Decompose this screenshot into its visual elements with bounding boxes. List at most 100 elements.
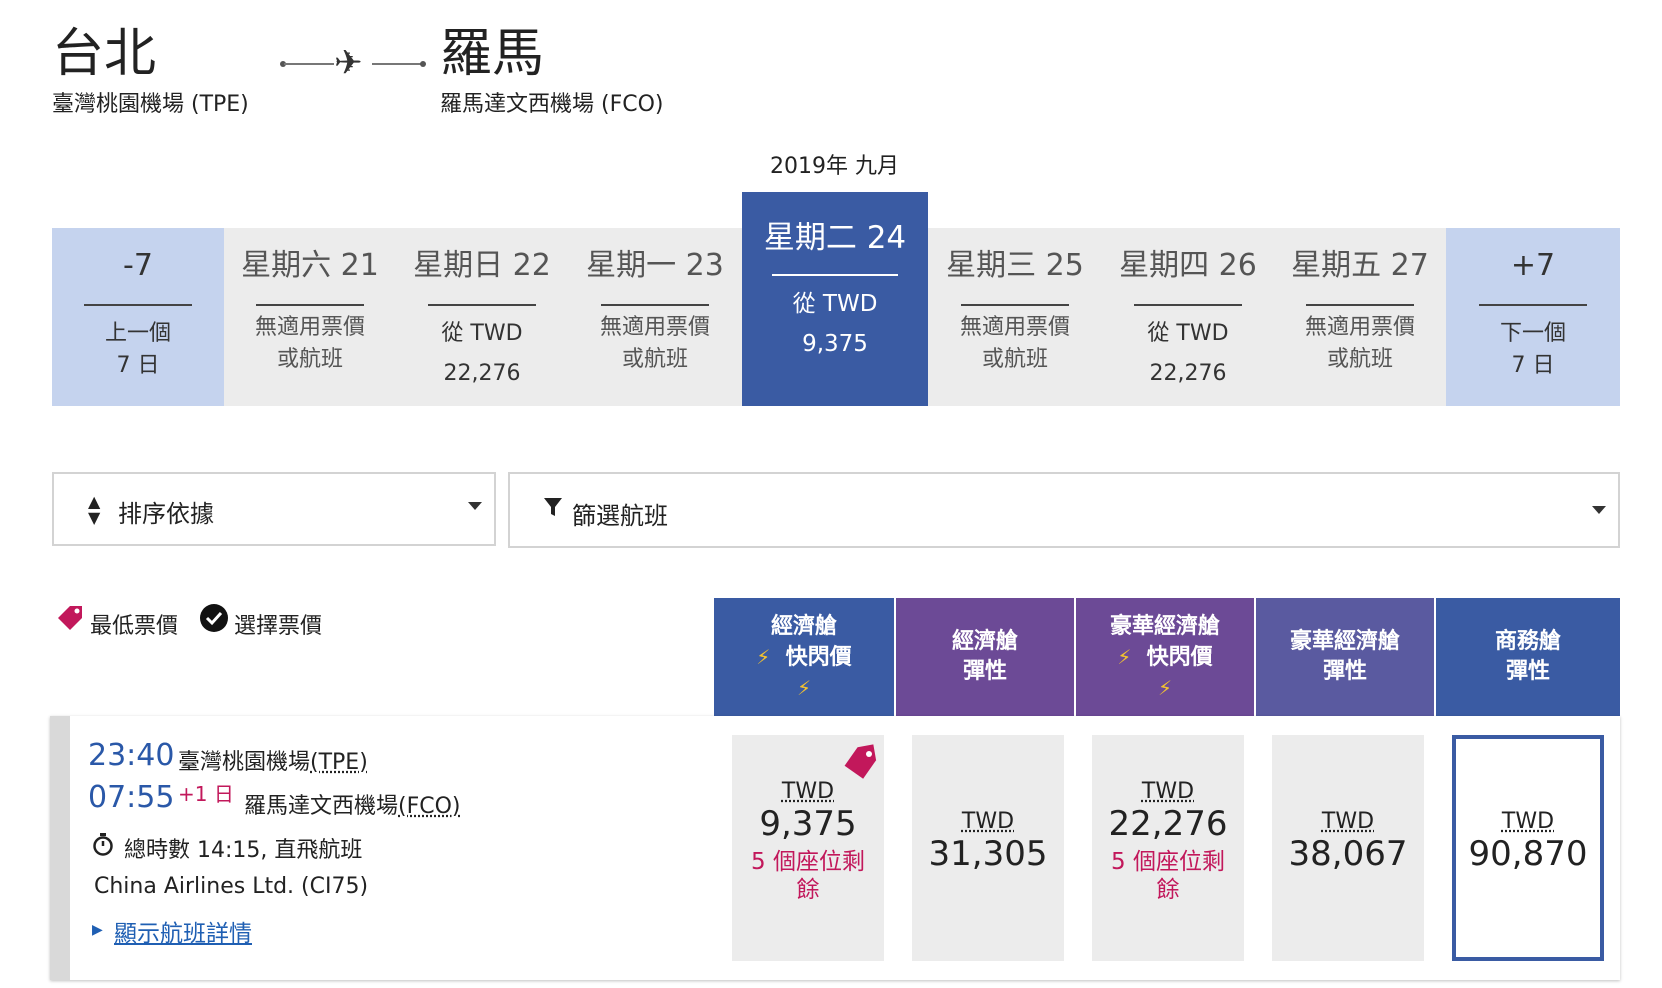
fare-premium-flash[interactable]: TWD 22,276 5 個座位剩 餘 xyxy=(1092,735,1244,961)
dest-city: 羅馬 xyxy=(440,24,545,84)
fare-amount: 22,276 xyxy=(1108,804,1228,844)
filter-label: 篩選航班 xyxy=(572,502,668,530)
fare-amount: 31,305 xyxy=(928,834,1048,874)
date-line1: 無適用票價 xyxy=(254,315,365,340)
date-line1: 無適用票價 xyxy=(599,315,710,340)
card-accent-bar xyxy=(50,716,70,980)
date-line1: 從 TWD xyxy=(1147,321,1229,346)
date-day: 星期日 22 xyxy=(413,248,551,283)
cabin-name: 商務艙 xyxy=(1494,629,1561,654)
lightning-icon: ⚡ xyxy=(1157,675,1173,700)
date-cell-25[interactable]: 星期三 25 無適用票價 或航班 xyxy=(928,228,1102,406)
route-line-left xyxy=(284,63,334,65)
depart-time: 23:40 xyxy=(88,738,175,773)
arrive-code: (FCO) xyxy=(398,794,461,819)
fare-currency: TWD xyxy=(1141,779,1195,804)
lightning-icon: ⚡ xyxy=(756,644,771,669)
date-cell-21[interactable]: 星期六 21 無適用票價 或航班 xyxy=(224,228,396,406)
lightning-icon: ⚡ xyxy=(1117,644,1132,669)
date-line1: 上一個 xyxy=(104,321,171,346)
date-line2: 或航班 xyxy=(276,347,343,372)
show-flight-details-link[interactable]: 顯示航班詳情 xyxy=(114,914,252,948)
sort-icon: ▲ ▼ xyxy=(88,492,101,527)
airplane-icon: ✈ xyxy=(334,43,363,83)
legend-selected-price: 選擇票價 xyxy=(234,614,323,639)
fare-economy-flash[interactable]: TWD 9,375 5 個座位剩 餘 xyxy=(732,735,884,961)
cabin-name: 豪華經濟艙 xyxy=(1109,613,1220,639)
date-divider xyxy=(256,304,364,306)
arrive-airport: 羅馬達文西機場(FCO) xyxy=(244,794,461,819)
caret-right-icon: ▶ xyxy=(92,922,103,938)
date-divider xyxy=(961,304,1069,306)
date-day: 星期二 24 xyxy=(763,220,907,256)
fare-business-flex-selected[interactable]: TWD 90,870 xyxy=(1452,735,1604,961)
cabin-fare-type: 彈性 xyxy=(1505,659,1550,684)
date-divider xyxy=(428,304,536,306)
flight-duration: 總時數 14:15, 直飛航班 xyxy=(124,838,363,863)
date-cell-27[interactable]: 星期五 27 無適用票價 或航班 xyxy=(1274,228,1446,406)
origin-airport: 臺灣桃園機場 (TPE) xyxy=(52,92,249,117)
day-offset: +1 日 xyxy=(178,782,234,806)
legend-lowest-price: 最低票價 xyxy=(90,614,179,639)
date-line1: 下一個 xyxy=(1499,321,1566,346)
cabin-fare-type: ⚡ 快閃價 xyxy=(756,644,852,670)
date-divider xyxy=(601,304,709,306)
date-line2: 22,276 xyxy=(443,361,521,386)
date-cell-26[interactable]: 星期四 26 從 TWD 22,276 xyxy=(1102,228,1274,406)
cabin-premium-flash: 豪華經濟艙 ⚡ 快閃價 ⚡ xyxy=(1076,598,1254,716)
fare-currency: TWD xyxy=(1501,809,1555,834)
date-line2: 7 日 xyxy=(1511,353,1555,378)
date-day: 星期一 23 xyxy=(586,248,724,283)
fare-premium-flex[interactable]: TWD 38,067 xyxy=(1272,735,1424,961)
stopwatch-icon xyxy=(92,832,114,860)
date-prev-7[interactable]: -7 上一個 7 日 xyxy=(52,228,224,406)
cabin-economy-flex: 經濟艙 彈性 xyxy=(896,598,1074,716)
origin-city: 台北 xyxy=(52,24,157,84)
sort-dropdown[interactable]: ▲ ▼ 排序依據 xyxy=(52,472,496,546)
fare-currency: TWD xyxy=(1321,809,1375,834)
fare-amount: 9,375 xyxy=(759,804,857,844)
date-line2: 或航班 xyxy=(621,347,688,372)
route-end-dot xyxy=(420,61,426,67)
sort-label: 排序依據 xyxy=(118,500,214,528)
fare-economy-flex[interactable]: TWD 31,305 xyxy=(912,735,1064,961)
date-day: 星期三 25 xyxy=(946,248,1084,283)
seats-left: 5 個座位剩 xyxy=(1111,849,1225,875)
seats-left: 5 個座位剩 xyxy=(751,849,865,875)
cabin-fare-type: ⚡ 快閃價 xyxy=(1117,644,1213,670)
date-line1: 從 TWD xyxy=(441,321,523,346)
date-line1: 無適用票價 xyxy=(959,315,1070,340)
cabin-premium-flex: 豪華經濟艙 彈性 xyxy=(1256,598,1434,716)
chevron-down-icon xyxy=(1592,506,1606,514)
date-line2: 或航班 xyxy=(981,347,1048,372)
filter-icon xyxy=(544,496,562,524)
date-day: -7 xyxy=(123,248,153,283)
cabin-name: 經濟艙 xyxy=(951,629,1018,654)
arrive-time: 07:55 xyxy=(88,780,175,815)
date-next-7[interactable]: +7 下一個 7 日 xyxy=(1446,228,1620,406)
chevron-down-icon xyxy=(468,502,482,510)
cabin-fare-type: 彈性 xyxy=(962,659,1007,684)
lowest-price-tag-icon xyxy=(840,741,880,785)
date-line2: 22,276 xyxy=(1149,361,1227,386)
dest-airport: 羅馬達文西機場 (FCO) xyxy=(440,92,664,117)
date-cell-22[interactable]: 星期日 22 從 TWD 22,276 xyxy=(396,228,568,406)
date-divider xyxy=(1306,304,1414,306)
date-line2: 或航班 xyxy=(1326,347,1393,372)
cabin-name: 豪華經濟艙 xyxy=(1289,629,1400,654)
date-line2: 9,375 xyxy=(802,331,868,357)
filter-dropdown[interactable]: 篩選航班 xyxy=(508,472,1620,548)
fare-amount: 38,067 xyxy=(1288,834,1408,874)
date-day: 星期六 21 xyxy=(241,248,379,283)
lightning-icon: ⚡ xyxy=(796,675,812,700)
date-cell-24-selected[interactable]: 星期二 24 從 TWD 9,375 xyxy=(742,192,928,406)
month-label: 2019年 九月 xyxy=(770,154,899,179)
cabin-fare-type: 彈性 xyxy=(1322,659,1367,684)
date-divider xyxy=(1479,304,1587,306)
price-tag-icon xyxy=(54,604,84,638)
depart-airport: 臺灣桃園機場(TPE) xyxy=(178,750,368,775)
date-cell-23[interactable]: 星期一 23 無適用票價 或航班 xyxy=(568,228,742,406)
fare-currency: TWD xyxy=(961,809,1015,834)
date-divider xyxy=(84,304,192,306)
date-divider xyxy=(772,274,898,276)
